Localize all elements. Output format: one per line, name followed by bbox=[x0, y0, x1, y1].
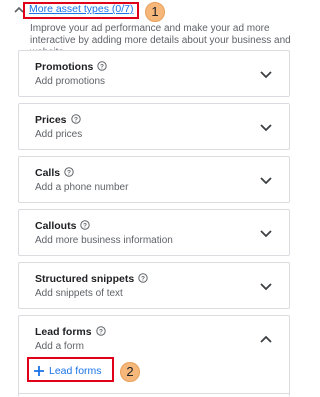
asset-card-prices[interactable]: Prices? Add prices bbox=[18, 103, 290, 150]
svg-text:?: ? bbox=[100, 63, 104, 70]
card-title-row: Prices? bbox=[35, 114, 81, 126]
card-title: Prices bbox=[35, 114, 67, 126]
card-subtitle: Add more business information bbox=[35, 235, 173, 246]
card-subtitle: Add promotions bbox=[35, 76, 106, 87]
card-title-row: Structured snippets? bbox=[35, 273, 148, 285]
more-asset-types-header: More asset types (0/7) 1 bbox=[0, 0, 310, 22]
help-icon[interactable]: ? bbox=[70, 114, 81, 124]
svg-text:?: ? bbox=[141, 275, 145, 282]
asset-card-promotions[interactable]: Promotions? Add promotions bbox=[18, 50, 290, 97]
asset-card-structured-snippets[interactable]: Structured snippets? Add snippets of tex… bbox=[18, 262, 290, 309]
more-asset-types-link[interactable]: More asset types (0/7) bbox=[29, 3, 133, 15]
svg-text:?: ? bbox=[83, 222, 87, 229]
card-title: Promotions bbox=[35, 61, 94, 73]
card-subtitle: Add prices bbox=[35, 129, 83, 140]
help-icon[interactable]: ? bbox=[97, 61, 108, 71]
card-subtitle: Add a form bbox=[35, 341, 84, 352]
asset-card-lead-forms[interactable]: Lead forms? Add a form bbox=[18, 315, 290, 397]
step-marker-2: 2 bbox=[120, 362, 140, 382]
chevron-down-icon[interactable] bbox=[259, 173, 273, 187]
asset-card-calls[interactable]: Calls? Add a phone number bbox=[18, 156, 290, 203]
help-icon[interactable]: ? bbox=[138, 273, 148, 283]
asset-card-callouts[interactable]: Callouts? Add more business information bbox=[18, 209, 290, 256]
help-icon[interactable]: ? bbox=[95, 326, 106, 336]
card-title-row: Callouts? bbox=[35, 220, 91, 232]
divider bbox=[18, 393, 290, 394]
card-title: Structured snippets bbox=[35, 273, 135, 285]
card-title-row: Promotions? bbox=[35, 61, 108, 73]
card-title-row: Calls? bbox=[35, 167, 74, 179]
help-icon[interactable]: ? bbox=[80, 220, 91, 230]
card-title: Callouts bbox=[35, 220, 77, 232]
card-title: Calls bbox=[35, 167, 61, 179]
step-marker-1: 1 bbox=[145, 2, 165, 22]
card-title-row: Lead forms? bbox=[35, 326, 106, 338]
card-title: Lead forms bbox=[35, 326, 92, 338]
add-lead-form-button[interactable]: Lead forms bbox=[33, 364, 102, 378]
svg-text:?: ? bbox=[74, 116, 78, 123]
help-icon[interactable]: ? bbox=[64, 167, 74, 177]
svg-text:?: ? bbox=[67, 169, 71, 176]
chevron-down-icon[interactable] bbox=[259, 120, 273, 134]
card-subtitle: Add a phone number bbox=[35, 182, 129, 193]
card-subtitle: Add snippets of text bbox=[35, 288, 123, 299]
plus-icon bbox=[34, 366, 44, 376]
chevron-down-icon[interactable] bbox=[259, 226, 273, 240]
chevron-down-icon[interactable] bbox=[259, 279, 273, 293]
svg-text:?: ? bbox=[99, 328, 103, 335]
add-lead-form-label: Lead forms bbox=[49, 365, 102, 377]
chevron-up-icon[interactable] bbox=[259, 332, 273, 346]
chevron-down-icon[interactable] bbox=[259, 67, 273, 81]
